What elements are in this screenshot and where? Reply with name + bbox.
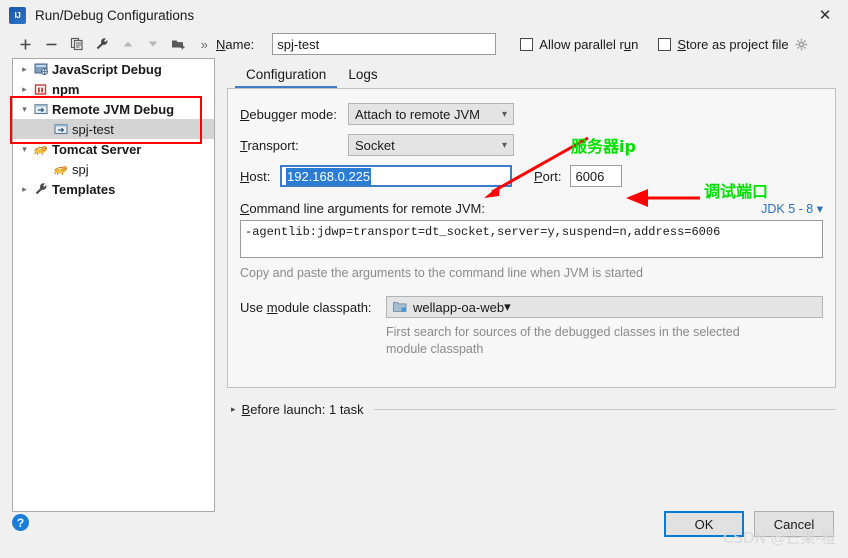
module-classpath-row: Use module classpath: wellapp-oa-web ▾ (240, 296, 823, 318)
debugger-mode-select[interactable]: Attach to remote JVM ▾ (348, 103, 514, 125)
tree-item-label: npm (52, 81, 80, 97)
args-label-row: Command line arguments for remote JVM: J… (240, 201, 823, 216)
allow-parallel-run-label: Allow parallel run (539, 36, 639, 52)
tab-logs[interactable]: Logs (337, 63, 388, 88)
folder-add-button[interactable] (167, 33, 191, 55)
tomcat-icon (32, 143, 49, 156)
store-as-project-file-label: Store as project file (677, 36, 789, 52)
tab-bar: Configuration Logs (227, 58, 836, 89)
store-as-project-file-box[interactable] (658, 37, 672, 51)
tree-item-label: Templates (52, 181, 116, 197)
chevron-down-icon: ▾ (816, 202, 823, 216)
dialog-footer: ? OK Cancel (0, 500, 848, 558)
help-icon[interactable]: ? (12, 514, 29, 531)
tomcat-icon (52, 163, 69, 176)
allow-parallel-run-checkbox[interactable]: Allow parallel run (520, 37, 638, 52)
dialog-buttons: OK Cancel (664, 511, 834, 537)
window-title: Run/Debug Configurations (35, 7, 195, 23)
tree-item-spj[interactable]: ▸ spj (13, 159, 214, 179)
more-button[interactable]: » (193, 33, 217, 55)
templates-wrench-icon (32, 182, 49, 196)
host-port-row: Host: 192.168.0.225 Port: 6006 (240, 165, 823, 187)
host-input-value: 192.168.0.225 (286, 167, 372, 185)
jvm-args-input[interactable]: -agentlib:jdwp=transport=dt_socket,serve… (240, 220, 823, 258)
main-content: ▸ JavaScript Debug ▸ npm ▾ Remote JVM De… (0, 58, 848, 512)
port-label: Port: (534, 168, 562, 184)
copy-button[interactable] (65, 33, 89, 55)
tree-item-label: JavaScript Debug (52, 61, 162, 77)
move-up-button[interactable] (116, 33, 140, 55)
module-folder-icon (393, 301, 407, 313)
tree-item-npm[interactable]: ▸ npm (13, 79, 214, 99)
module-classpath-value: wellapp-oa-web (413, 299, 505, 315)
remote-jvm-icon (52, 122, 69, 136)
before-launch-section[interactable]: ▸ Before launch: 1 task (227, 402, 836, 417)
allow-parallel-run-box[interactable] (520, 37, 534, 51)
transport-select[interactable]: Socket ▾ (348, 134, 514, 156)
chevron-right-icon[interactable]: ▸ (17, 64, 32, 75)
close-icon[interactable]: ✕ (802, 0, 848, 30)
configurations-tree[interactable]: ▸ JavaScript Debug ▸ npm ▾ Remote JVM De… (12, 58, 215, 512)
debugger-mode-label: Debugger mode: (240, 106, 337, 122)
store-as-project-file-checkbox[interactable]: Store as project file (658, 37, 807, 52)
debugger-mode-row: Debugger mode: Attach to remote JVM ▾ (240, 103, 823, 125)
tree-item-spj-test[interactable]: ▸ spj-test (13, 119, 214, 139)
chevron-down-icon: ▾ (501, 108, 507, 120)
remove-button[interactable] (40, 33, 64, 55)
jdk-version-selector[interactable]: JDK 5 - 8 ▾ (761, 201, 823, 216)
transport-row: Transport: Socket ▾ (240, 134, 823, 156)
chevron-right-icon[interactable]: ▸ (17, 184, 32, 195)
transport-label: Transport: (240, 137, 299, 153)
npm-icon (32, 83, 49, 96)
chevron-down-icon: ▾ (501, 139, 507, 151)
name-label: Name: (216, 36, 255, 52)
tree-item-tomcat-server[interactable]: ▾ Tomcat Server (13, 139, 214, 159)
port-input[interactable]: 6006 (570, 165, 623, 187)
transport-value: Socket (355, 137, 395, 153)
add-button[interactable] (14, 33, 38, 55)
move-down-button[interactable] (142, 33, 166, 55)
ok-button[interactable]: OK (664, 511, 744, 537)
tree-item-templates[interactable]: ▸ Templates (13, 179, 214, 199)
tab-configuration[interactable]: Configuration (235, 63, 338, 89)
chevron-right-icon[interactable]: ▸ (231, 404, 236, 415)
jvm-args-value: -agentlib:jdwp=transport=dt_socket,serve… (245, 225, 721, 239)
configuration-panel: Debugger mode: Attach to remote JVM ▾ Tr… (227, 88, 836, 388)
tree-item-label: spj (72, 161, 89, 177)
port-input-value: 6006 (575, 168, 605, 184)
name-input[interactable]: spj-test (272, 33, 497, 55)
args-hint: Copy and paste the arguments to the comm… (240, 266, 643, 280)
divider (373, 409, 836, 410)
module-classpath-hint: First search for sources of the debugged… (386, 325, 740, 356)
name-input-value: spj-test (277, 36, 320, 52)
tree-item-label: spj-test (72, 121, 114, 137)
before-launch-label: Before launch: 1 task (241, 402, 364, 417)
host-label: Host: (240, 168, 271, 184)
chevron-down-icon[interactable]: ▾ (17, 144, 32, 155)
module-classpath-label: Use module classpath: (240, 299, 372, 315)
args-label: Command line arguments for remote JVM: (240, 201, 485, 216)
name-and-options-row: Name: spj-test Allow parallel run Store … (216, 31, 848, 57)
debugger-mode-value: Attach to remote JVM (355, 106, 480, 122)
remote-jvm-icon (32, 102, 49, 116)
tree-item-javascript-debug[interactable]: ▸ JavaScript Debug (13, 59, 214, 79)
module-classpath-select[interactable]: wellapp-oa-web ▾ (386, 296, 823, 318)
chevron-down-icon: ▾ (504, 299, 511, 314)
tree-item-remote-jvm-debug[interactable]: ▾ Remote JVM Debug (13, 99, 214, 119)
config-editor: Configuration Logs Debugger mode: Attach… (227, 58, 836, 512)
host-input[interactable]: 192.168.0.225 (280, 165, 512, 187)
gear-icon[interactable] (795, 38, 808, 51)
chevron-right-icon[interactable]: ▸ (17, 84, 32, 95)
chevron-down-icon[interactable]: ▾ (17, 104, 32, 115)
config-toolbar: » (0, 30, 216, 58)
tree-item-label: Tomcat Server (52, 141, 142, 157)
intellij-logo-icon (9, 6, 26, 24)
javascript-debug-icon (32, 62, 49, 76)
cancel-button[interactable]: Cancel (754, 511, 834, 537)
tree-item-label: Remote JVM Debug (52, 101, 175, 117)
wrench-icon[interactable] (91, 33, 115, 55)
title-bar: Run/Debug Configurations ✕ (0, 0, 848, 30)
